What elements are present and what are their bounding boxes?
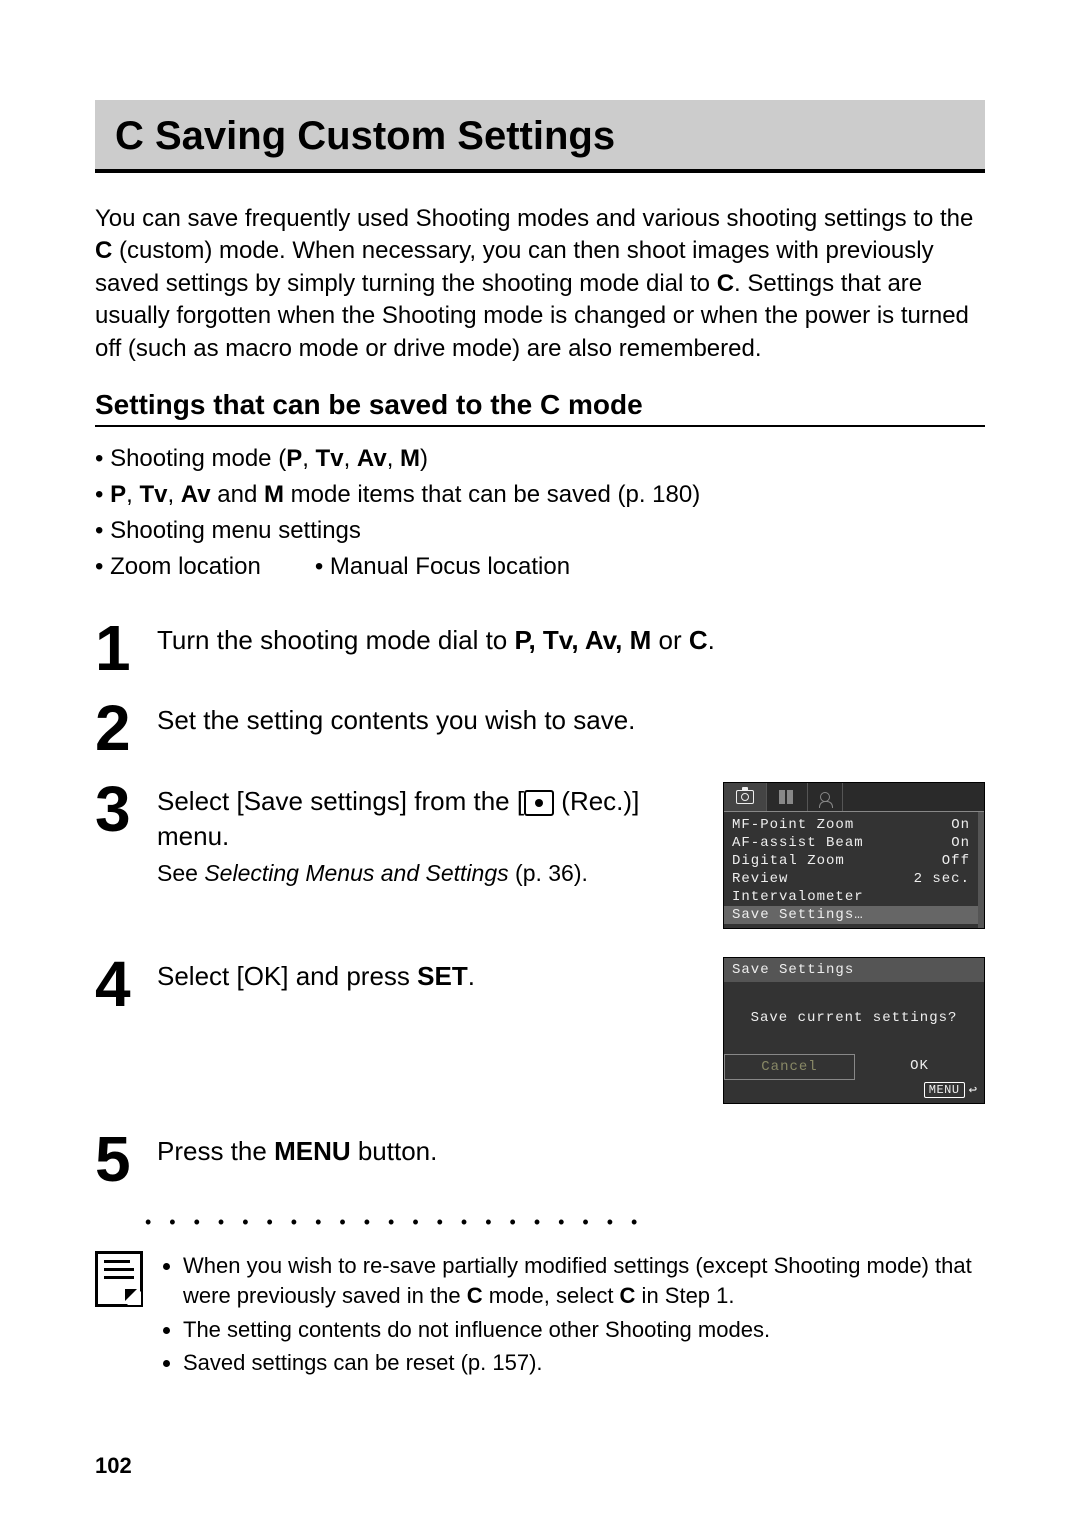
step-4: 4 Select [OK] and press SET. Save Settin… [95,957,985,1104]
page-number: 102 [95,1453,132,1479]
tools-icon [787,790,793,804]
menu-item: Review2 sec. [732,870,970,888]
note-item: When you wish to re-save partially modif… [183,1251,985,1310]
rec-menu-screenshot: MF-Point ZoomOnAF-assist BeamOnDigital Z… [723,782,985,929]
bullet: Shooting menu settings [110,517,361,544]
step-text: Press the MENU button. [157,1132,985,1186]
note-icon [95,1251,143,1307]
menu-item: Digital ZoomOff [732,852,970,870]
bullet: Manual Focus location [330,553,570,580]
step-text: Set the setting contents you wish to sav… [157,701,985,755]
bullet: Zoom location [110,553,261,580]
intro-paragraph: You can save frequently used Shooting mo… [95,203,985,365]
step-text: Turn the shooting mode dial to P, Tv, Av… [157,621,985,675]
step-subtext: See Selecting Menus and Settings (p. 36)… [157,858,699,889]
dialog-message: Save current settings? [724,982,984,1054]
menu-item: AF-assist BeamOn [732,834,970,852]
save-settings-dialog: Save Settings Save current settings? Can… [723,957,985,1104]
step-number: 3 [95,782,139,889]
bullet: P, Tv, Av and M mode items that can be s… [110,481,700,508]
menu-item: MF-Point ZoomOn [732,816,970,834]
step-3: 3 Select [Save settings] from the [ (Rec… [95,782,985,929]
dialog-footer: MENU↩ [724,1080,984,1103]
camera-icon [736,790,754,804]
step-number: 5 [95,1132,139,1186]
bullet: Shooting mode (P, Tv, Av, M) [110,445,428,472]
step-5: 5 Press the MENU button. [95,1132,985,1186]
separator-dots: ••••••••••••••••••••• [145,1212,985,1233]
savable-settings-list: • Shooting mode (P, Tv, Av, M) • P, Tv, … [95,441,985,585]
tab-setup [767,783,808,811]
menu-item: Save Settings… [724,906,978,924]
note-item: The setting contents do not influence ot… [183,1315,985,1345]
tab-rec [724,783,767,811]
dialog-header: Save Settings [724,958,984,982]
step-number: 1 [95,621,139,675]
step-number: 2 [95,701,139,755]
menu-badge: MENU [924,1082,965,1098]
page-title-banner: C Saving Custom Settings [95,100,985,173]
menu-list: MF-Point ZoomOnAF-assist BeamOnDigital Z… [724,812,984,928]
person-icon [820,792,830,802]
step-number: 4 [95,957,139,1011]
ok-button: OK [855,1054,984,1080]
notes-section: When you wish to re-save partially modif… [95,1251,985,1382]
menu-item: Intervalometer [732,888,970,906]
rec-icon [524,790,554,816]
step-text: Select [OK] and press SET. [157,957,699,1011]
step-2: 2 Set the setting contents you wish to s… [95,701,985,755]
tools-icon [779,790,785,804]
tab-mycamera [808,783,843,811]
section-heading: Settings that can be saved to the C mode [95,389,985,427]
cancel-button: Cancel [724,1054,855,1080]
page-title: C Saving Custom Settings [115,114,615,158]
note-item: Saved settings can be reset (p. 157). [183,1348,985,1378]
step-1: 1 Turn the shooting mode dial to P, Tv, … [95,621,985,675]
step-text: Select [Save settings] from the [ [157,786,524,816]
